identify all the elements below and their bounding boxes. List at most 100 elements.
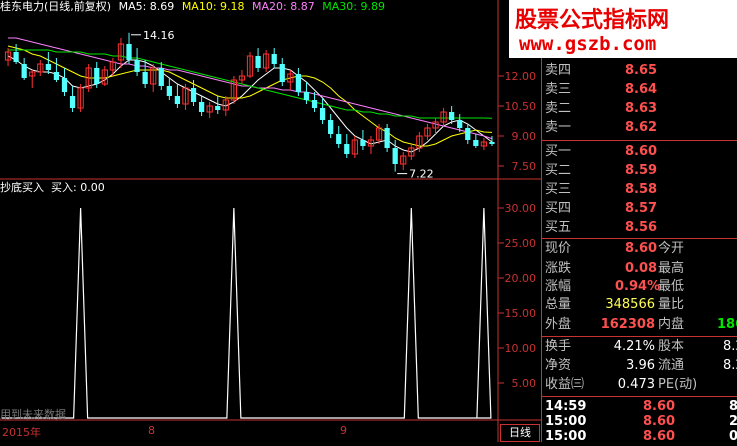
date-label-sep: 9 xyxy=(340,424,347,437)
ask-row[interactable]: 卖三 8.64 xyxy=(545,81,657,99)
candle-body-down xyxy=(174,96,181,104)
date-label-year: 2015年 xyxy=(2,426,41,439)
outer-label: 外盘 xyxy=(545,317,572,332)
ask-price: 8.63 xyxy=(625,101,658,116)
indicator-value: 买入: 0.00 xyxy=(51,181,105,194)
high-label: 最高 xyxy=(658,261,685,276)
fund-ticks-divider xyxy=(541,396,737,397)
quote-fund-divider xyxy=(541,336,737,337)
ask-price: 8.62 xyxy=(625,120,658,135)
eps-label: 收益㈢ xyxy=(545,377,585,392)
ask-row[interactable]: 卖一 8.62 xyxy=(545,119,657,137)
candle-body-down xyxy=(166,86,172,96)
ask-label: 卖一 xyxy=(545,120,572,135)
tick-row: 15:00 8.60 0 xyxy=(545,428,737,446)
bid-row[interactable]: 买三 8.58 xyxy=(545,181,657,199)
bid-label: 买二 xyxy=(545,163,572,178)
candle-body-down xyxy=(360,140,366,146)
indicator-tick-label: 5.00 xyxy=(512,377,537,390)
pct-label: 涨幅 xyxy=(545,279,572,294)
candle-body-down xyxy=(198,102,205,112)
candle-body-down xyxy=(311,100,318,108)
shares-label: 股本 xyxy=(658,339,685,354)
volume-value: 348566 xyxy=(605,297,655,312)
turnover-value: 4.21% xyxy=(613,339,655,354)
quote-row-pct: 涨幅 0.94% 最低 xyxy=(545,278,684,296)
vol-ratio-label: 量比 xyxy=(658,297,685,312)
ask-price: 8.64 xyxy=(625,82,658,97)
quote-row-price: 现价 8.60 今开 xyxy=(545,240,684,258)
candle-body-down xyxy=(319,108,326,120)
ma30-label: MA30: 9.89 xyxy=(322,0,385,13)
ask-label: 卖二 xyxy=(545,101,572,116)
candle-body-down xyxy=(295,74,302,92)
price-value: 8.60 xyxy=(625,241,658,256)
logo-title: 股票公式指标网 xyxy=(515,8,670,33)
stock-title: 桂东电力(日线,前复权) xyxy=(0,0,112,13)
candle-body-down xyxy=(392,148,398,164)
candle-body-down xyxy=(61,78,68,92)
logo-url: www.gszb.com xyxy=(519,33,657,55)
asks-bids-divider xyxy=(541,140,737,141)
pct-value: 0.94% xyxy=(615,279,661,294)
chart-canvas[interactable]: 7.50 9.00 10.50 12.00 14.16 7.22 5.00 10.00 15.0… xyxy=(0,0,541,442)
indicator-name: 抄底买入 xyxy=(0,181,44,194)
candle-body-down xyxy=(473,140,479,146)
fund-row-eps: 收益㈢ 0.473 PE(动) xyxy=(545,376,697,394)
bid-price: 8.57 xyxy=(625,201,658,216)
ask-row[interactable]: 卖四 8.65 xyxy=(545,62,657,80)
bid-price: 8.59 xyxy=(625,163,658,178)
buy-signal-line xyxy=(2,207,492,419)
ask-price: 8.65 xyxy=(625,63,658,78)
indicator-tick-label: 10.00 xyxy=(505,342,537,355)
candle-body-down xyxy=(449,112,455,120)
fund-row-turnover: 换手 4.21% 股本 8.2 xyxy=(545,338,737,356)
change-label: 涨跌 xyxy=(545,261,572,276)
tick-price: 8.60 xyxy=(643,429,676,444)
bid-row[interactable]: 买五 8.56 xyxy=(545,219,657,237)
bid-label: 买四 xyxy=(545,201,572,216)
tick-time: 14:59 xyxy=(545,399,587,414)
ma20-label: MA20: 8.87 xyxy=(252,0,315,13)
price-tick-label: 7.50 xyxy=(512,160,537,173)
ask-label: 卖四 xyxy=(545,63,572,78)
indicator-header: 抄底买入 买入: 0.00 xyxy=(0,181,105,195)
panel-divider xyxy=(541,0,542,442)
volume-label: 总量 xyxy=(545,297,572,312)
ask-row[interactable]: 卖二 8.63 xyxy=(545,100,657,118)
inner-label: 内盘 xyxy=(658,317,685,332)
bid-row[interactable]: 买一 8.60 xyxy=(545,143,657,161)
low-annotation: 7.22 xyxy=(409,168,434,181)
price-tick-label: 9.00 xyxy=(512,130,537,143)
candle-body-down xyxy=(303,92,310,100)
bid-label: 买五 xyxy=(545,220,572,235)
future-data-warning: 用到未来数据 xyxy=(0,408,66,421)
indicator-tick-label: 20.00 xyxy=(505,272,537,285)
eps-value: 0.473 xyxy=(617,377,655,392)
candle-body-down xyxy=(271,54,277,64)
price-label: 现价 xyxy=(545,241,572,256)
candle-body-down xyxy=(21,64,27,78)
candle-body-down xyxy=(126,44,132,60)
bid-row[interactable]: 买二 8.59 xyxy=(545,162,657,180)
bid-label: 买三 xyxy=(545,182,572,197)
candle-body-down xyxy=(215,106,221,110)
quote-row-volume: 总量 348566 量比 xyxy=(545,296,684,314)
float-value: 8.2 xyxy=(723,358,737,373)
nav-label: 净资 xyxy=(545,358,572,373)
candle-body-down xyxy=(158,68,164,86)
ma5-label: MA5: 8.69 xyxy=(118,0,175,13)
inner-value: 186 xyxy=(717,317,737,332)
candle-body-down xyxy=(465,128,471,140)
nav-value: 3.96 xyxy=(626,358,655,373)
low-label: 最低 xyxy=(658,279,685,294)
period-tab-daily[interactable]: 日线 xyxy=(500,424,540,442)
bid-price: 8.58 xyxy=(625,182,658,197)
candle-body-down xyxy=(279,64,285,82)
outer-value: 162308 xyxy=(600,317,655,332)
bid-row[interactable]: 买四 8.57 xyxy=(545,200,657,218)
candle-body-down xyxy=(255,56,261,68)
candle-body-down xyxy=(53,72,60,80)
bid-price: 8.56 xyxy=(625,220,658,235)
pe-label: PE(动) xyxy=(658,377,698,392)
